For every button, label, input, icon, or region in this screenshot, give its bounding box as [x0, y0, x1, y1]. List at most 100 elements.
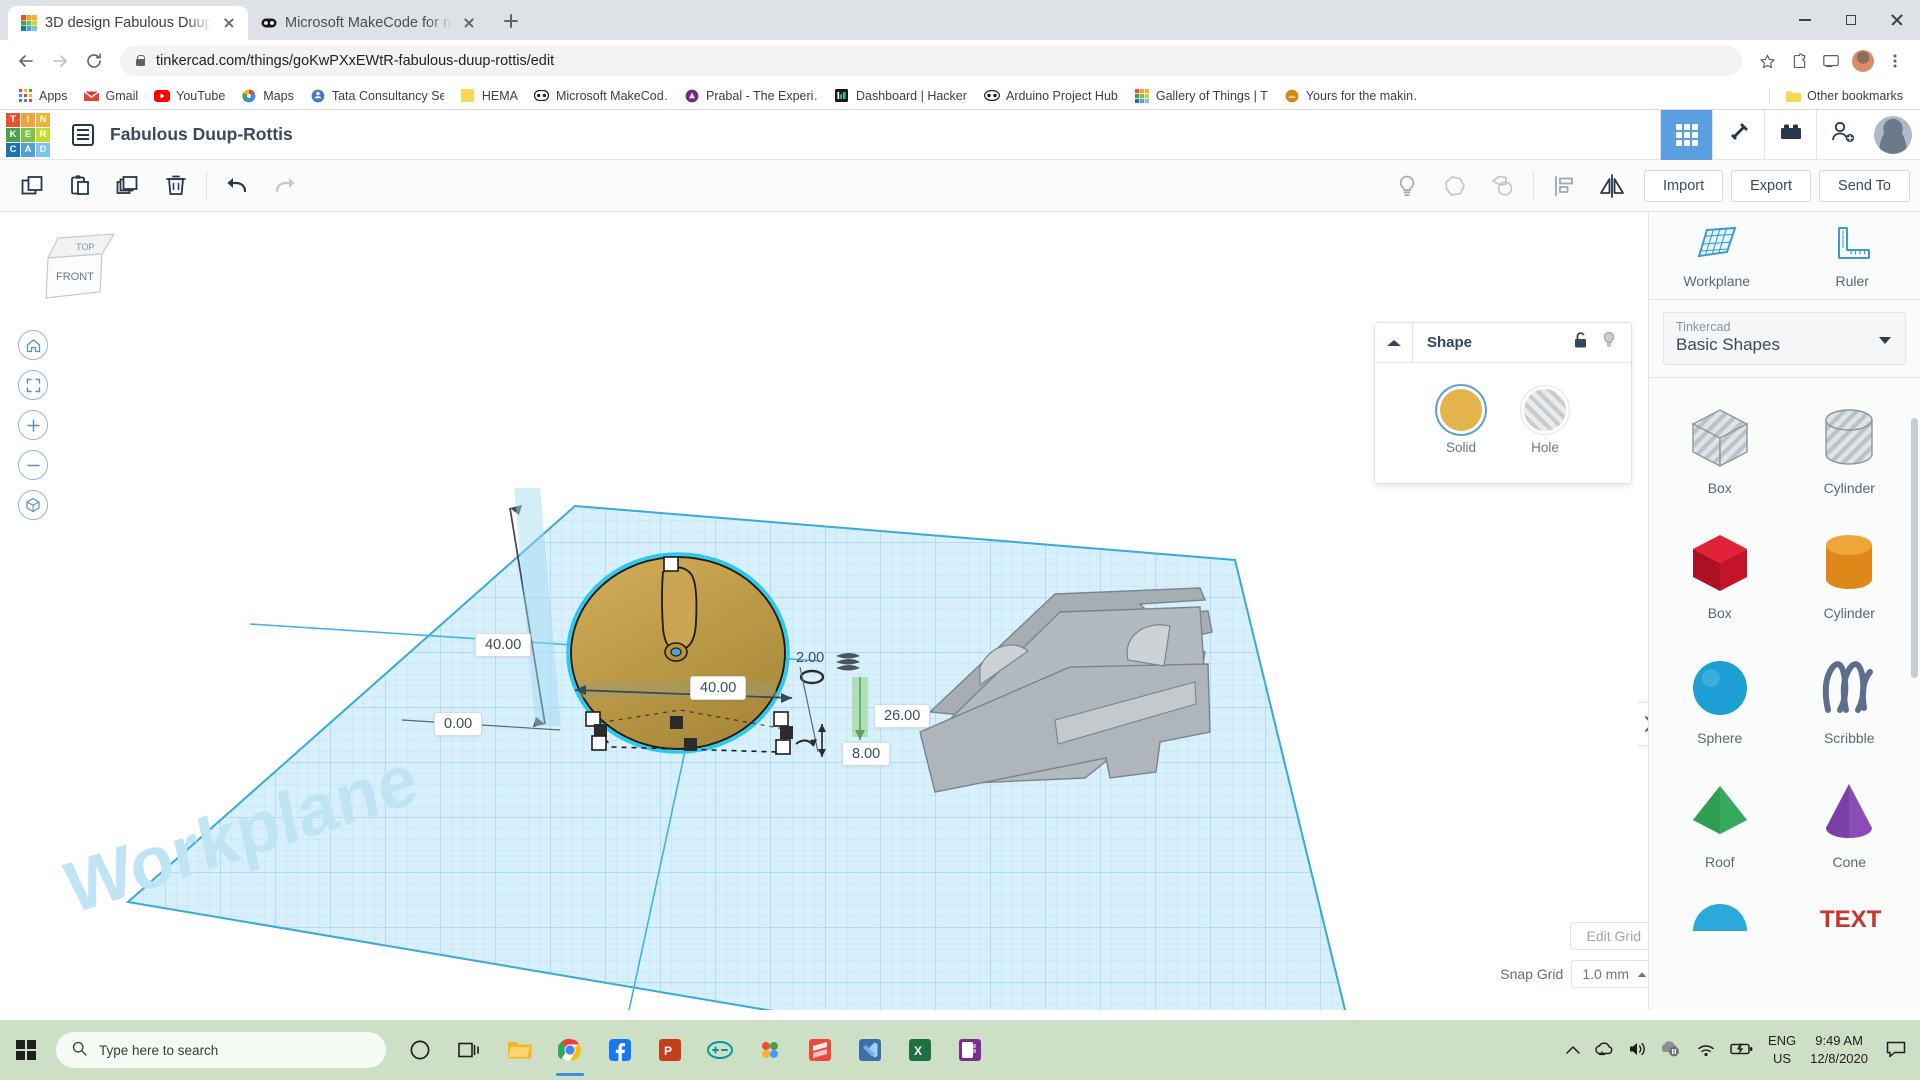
home-icon[interactable]	[18, 330, 48, 360]
diameter-dimension[interactable]: 40.00	[690, 676, 747, 700]
ruler-tool[interactable]: Ruler	[1785, 212, 1920, 299]
minus-icon[interactable]	[18, 450, 48, 480]
shape-cone-purple[interactable]: Cone	[1785, 766, 1915, 881]
bulb-icon[interactable]	[1601, 331, 1617, 354]
scratch-button[interactable]	[746, 1022, 794, 1078]
speech-bubble-icon[interactable]	[1886, 1040, 1906, 1061]
language-indicator[interactable]: ENG US	[1768, 1032, 1796, 1067]
bookmark-instructables[interactable]: Yours for the makin…	[1277, 85, 1425, 107]
back-button[interactable]	[10, 45, 42, 77]
tinkercad-logo-icon[interactable]: TIN KER CAD	[6, 112, 56, 157]
shape-box-hole[interactable]: Box	[1655, 392, 1785, 507]
browser-tab-makecode[interactable]: Microsoft MakeCode for micro:bi	[248, 6, 488, 40]
chrome-menu-icon[interactable]	[1880, 46, 1910, 76]
shape-library-select[interactable]: Tinkercad Basic Shapes	[1663, 312, 1906, 365]
powerpoint-button[interactable]: P	[646, 1022, 694, 1078]
width-dimension[interactable]: 8.00	[842, 742, 891, 766]
bookmark-hema[interactable]: HEMA	[453, 85, 525, 107]
close-icon[interactable]	[1874, 0, 1920, 40]
duplicate-button[interactable]	[104, 160, 152, 212]
bookmark-arduino[interactable]: Arduino Project Hub	[977, 85, 1125, 107]
plus-icon[interactable]	[18, 410, 48, 440]
new-tab-button[interactable]	[494, 4, 528, 38]
solid-swatch[interactable]: Solid	[1440, 389, 1482, 455]
export-button[interactable]: Export	[1731, 169, 1812, 202]
shape-scribble[interactable]: Scribble	[1785, 642, 1915, 757]
browser-tab-tinkercad[interactable]: 3D design Fabulous Duup-Rottis	[8, 6, 248, 40]
taskbar-search-input[interactable]: Type here to search	[56, 1032, 386, 1068]
bookmark-youtube[interactable]: YouTube	[147, 85, 232, 107]
task-view-button[interactable]	[446, 1022, 494, 1078]
design-mode-button[interactable]	[1660, 109, 1712, 160]
start-button[interactable]	[0, 1020, 52, 1080]
align-button[interactable]	[1540, 160, 1588, 212]
bookmark-tcs[interactable]: Tata Consultancy Se…	[303, 85, 451, 107]
shape-cylinder-hole[interactable]: Cylinder	[1785, 392, 1915, 507]
battery-charging-icon[interactable]	[1730, 1041, 1754, 1060]
bookmark-maps[interactable]: Maps	[234, 85, 301, 107]
bookmark-makecode[interactable]: Microsoft MakeCod…	[527, 85, 675, 107]
reload-button[interactable]	[78, 45, 110, 77]
depth-dimension[interactable]: 26.00	[874, 704, 931, 728]
extensions-puzzle-icon[interactable]	[1784, 46, 1814, 76]
redo-button[interactable]	[261, 160, 309, 212]
forward-button[interactable]	[44, 45, 76, 77]
hole-swatch[interactable]: Hole	[1524, 389, 1566, 455]
perspective-icon[interactable]	[18, 490, 48, 520]
delete-button[interactable]	[152, 160, 200, 212]
clock[interactable]: 9:49 AM 12/8/2020	[1810, 1032, 1868, 1067]
chevron-up-icon[interactable]	[1375, 322, 1413, 363]
invite-button[interactable]	[1816, 109, 1868, 160]
other-bookmarks-button[interactable]: Other bookmarks	[1778, 85, 1910, 107]
unlock-icon[interactable]	[1573, 331, 1589, 354]
maximize-icon[interactable]	[1828, 0, 1874, 40]
shape-sphere-blue[interactable]: Sphere	[1655, 642, 1785, 757]
chrome-button[interactable]	[546, 1022, 594, 1078]
view-cube[interactable]: TOP FRONT	[36, 230, 122, 308]
group-button[interactable]	[1431, 160, 1479, 212]
bookmark-gallery-of-things[interactable]: Gallery of Things | T…	[1127, 85, 1275, 107]
bookmark-apps[interactable]: Apps	[10, 85, 75, 107]
snap-grid-select[interactable]: 1.0 mm	[1571, 960, 1658, 988]
address-bar[interactable]: tinkercad.com/things/goKwPXxEWtR-fabulou…	[120, 46, 1742, 76]
bookmark-star-icon[interactable]	[1752, 46, 1782, 76]
bookmark-gmail[interactable]: Gmail	[77, 85, 146, 107]
edit-grid-button[interactable]: Edit Grid	[1569, 922, 1658, 950]
close-icon[interactable]	[460, 14, 478, 32]
mute-circle-icon[interactable]	[1661, 1040, 1682, 1061]
shape-cylinder-orange[interactable]: Cylinder	[1785, 517, 1915, 632]
import-button[interactable]: Import	[1644, 169, 1724, 202]
minimize-icon[interactable]	[1782, 0, 1828, 40]
shape-roof-green[interactable]: Roof	[1655, 766, 1785, 881]
sidebar-scroll-thumb[interactable]	[1911, 418, 1918, 678]
z-offset-dimension[interactable]: 0.00	[434, 712, 483, 736]
ungroup-button[interactable]	[1479, 160, 1527, 212]
shape-box-red[interactable]: Box	[1655, 517, 1785, 632]
send-to-button[interactable]: Send To	[1819, 169, 1910, 202]
page-title[interactable]: Fabulous Duup-Rottis	[110, 124, 293, 145]
excel-button[interactable]: X	[896, 1022, 944, 1078]
build-mode-button[interactable]	[1712, 109, 1764, 160]
shape-partial-text[interactable]: TEXT	[1785, 891, 1915, 942]
project-list-icon[interactable]	[72, 123, 94, 146]
file-explorer-button[interactable]	[496, 1022, 544, 1078]
cortana-button[interactable]	[396, 1022, 444, 1078]
blocks-mode-button[interactable]	[1764, 109, 1816, 160]
height-dimension[interactable]: 40.00	[475, 633, 532, 657]
bookmark-hackerearth[interactable]: Dashboard | Hacker…	[827, 85, 975, 107]
close-icon[interactable]	[220, 14, 238, 32]
light-bulb-button[interactable]	[1383, 160, 1431, 212]
user-avatar[interactable]	[1874, 115, 1912, 154]
arduino-button[interactable]	[696, 1022, 744, 1078]
chevron-up-icon[interactable]	[1566, 1043, 1580, 1058]
copy-button[interactable]	[8, 160, 56, 212]
onedrive-icon[interactable]	[1594, 1040, 1614, 1061]
workplane-tool[interactable]: Workplane	[1649, 212, 1785, 299]
mirror-button[interactable]	[1588, 160, 1636, 212]
bookmark-prabal[interactable]: Prabal - The Experi…	[677, 85, 825, 107]
speaker-icon[interactable]	[1628, 1040, 1648, 1061]
facebook-button[interactable]	[596, 1022, 644, 1078]
vscode-button[interactable]	[846, 1022, 894, 1078]
undo-button[interactable]	[213, 160, 261, 212]
onenote-button[interactable]	[946, 1022, 994, 1078]
